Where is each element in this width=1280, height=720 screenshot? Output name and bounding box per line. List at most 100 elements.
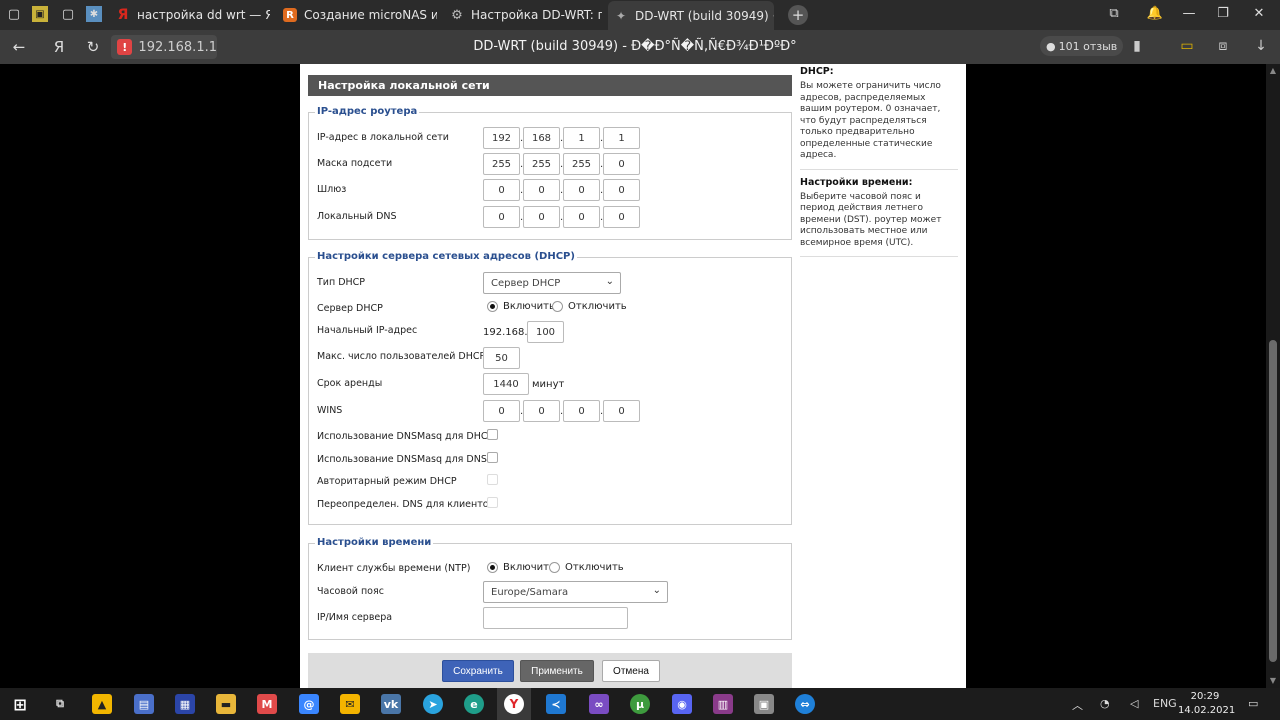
- teamviewer-icon[interactable]: ⇔: [795, 694, 815, 714]
- dnsmasq-dns-checkbox[interactable]: [487, 452, 498, 463]
- tab-micronas[interactable]: R Создание microNAS из ро: [277, 3, 437, 27]
- octet-field[interactable]: 192: [483, 127, 520, 149]
- chevron-down-icon: ⌄: [652, 585, 661, 596]
- octet-field[interactable]: 0: [563, 206, 600, 228]
- back-arrow-icon[interactable]: ←: [10, 38, 28, 56]
- at-mail-icon[interactable]: @: [299, 694, 319, 714]
- utorrent-icon[interactable]: µ: [630, 694, 650, 714]
- octet-field[interactable]: 168: [523, 127, 560, 149]
- document-icon[interactable]: ▢: [60, 6, 76, 22]
- octet-field[interactable]: 0: [483, 400, 520, 422]
- url-field[interactable]: ! 192.168.1.1: [111, 35, 217, 59]
- override-dns-checkbox[interactable]: [487, 497, 498, 508]
- ddwrt-icon: ✦: [615, 8, 627, 23]
- yandex-logo-icon[interactable]: Я: [50, 38, 68, 56]
- volume-icon[interactable]: ◁: [1130, 697, 1138, 710]
- ntp-disable-radio[interactable]: Отключить: [549, 562, 624, 573]
- wifi-icon[interactable]: ◔: [1100, 697, 1110, 710]
- octet-field[interactable]: 0: [603, 206, 640, 228]
- new-tab-button[interactable]: +: [788, 5, 808, 25]
- cancel-button[interactable]: Отмена: [602, 660, 660, 682]
- lease-input[interactable]: 1440: [483, 373, 529, 395]
- start-windows-icon[interactable]: ⊞: [10, 694, 30, 714]
- winrar-icon[interactable]: ▥: [713, 694, 733, 714]
- dhcp-disable-radio[interactable]: Отключить: [552, 301, 627, 312]
- sidebar-icon[interactable]: ⧈: [1214, 38, 1232, 54]
- maximize-icon[interactable]: ❐: [1214, 6, 1232, 21]
- octet-field[interactable]: 255: [523, 153, 560, 175]
- reviews-badge[interactable]: ● 101 отзыв: [1040, 36, 1124, 56]
- radio-checked: [487, 562, 498, 573]
- yandex-app-icon[interactable]: ▣: [32, 6, 48, 22]
- ntp-server-input[interactable]: [483, 607, 628, 629]
- discord-icon[interactable]: ◉: [672, 694, 692, 714]
- collections-icon[interactable]: ⧉: [1105, 6, 1123, 21]
- visual-studio-icon[interactable]: ∞: [589, 694, 609, 714]
- save-button[interactable]: Сохранить: [442, 660, 514, 682]
- octet-field[interactable]: 255: [563, 153, 600, 175]
- octet-field[interactable]: 255: [483, 153, 520, 175]
- page-scrollbar[interactable]: ▲ ▼: [1266, 64, 1280, 688]
- override-dns-label: Переопределен. DNS для клиентов: [317, 499, 495, 510]
- notifications-icon[interactable]: 🔔: [1146, 6, 1164, 21]
- octet-field[interactable]: 1: [603, 127, 640, 149]
- octet-field[interactable]: 0: [523, 206, 560, 228]
- task-view-icon[interactable]: ⧉: [50, 694, 70, 714]
- ntp-enable-radio[interactable]: Включить: [487, 562, 555, 573]
- vscode-icon[interactable]: ≺: [546, 694, 566, 714]
- max-users-input[interactable]: 50: [483, 347, 520, 369]
- file-explorer-icon[interactable]: ▬: [216, 694, 236, 714]
- battery-saver-icon[interactable]: ▭: [1178, 38, 1196, 54]
- bookmark-icon[interactable]: ▮: [1128, 38, 1146, 54]
- clock[interactable]: 20:29 14.02.2021: [1178, 690, 1235, 718]
- close-window-icon[interactable]: ✕: [1250, 6, 1268, 21]
- app-triangle-icon[interactable]: ▲: [92, 694, 112, 714]
- page-icon[interactable]: ▢: [6, 6, 22, 22]
- tab-ddwrt-router[interactable]: ✦ DD-WRT (build 30949) · ✕: [608, 1, 774, 30]
- authoritative-checkbox[interactable]: [487, 474, 498, 485]
- tab-ddwrt-guide[interactable]: ⚙ Настройка DD-WRT: пошаг: [444, 3, 602, 27]
- mail-icon[interactable]: M: [257, 694, 277, 714]
- reload-icon[interactable]: ↻: [84, 38, 102, 56]
- dhcp-enable-radio[interactable]: Включить: [487, 301, 555, 312]
- dhcp-type-label: Тип DHCP: [317, 277, 366, 288]
- router-ip-legend: IP-адрес роутера: [315, 106, 420, 117]
- grid-app-icon[interactable]: ▦: [175, 694, 195, 714]
- telegram-icon[interactable]: ➤: [423, 694, 443, 714]
- dhcp-type-select[interactable]: Сервер DHCP ⌄: [483, 272, 621, 294]
- scroll-up-icon[interactable]: ▲: [1266, 66, 1280, 75]
- start-ip-input[interactable]: 100: [527, 321, 564, 343]
- octet-field[interactable]: 1: [563, 127, 600, 149]
- dnsmasq-dhcp-checkbox[interactable]: [487, 429, 498, 440]
- octet-field[interactable]: 0: [603, 400, 640, 422]
- scroll-down-icon[interactable]: ▼: [1266, 676, 1280, 685]
- dhcp-fieldset: Настройки сервера сетевых адресов (DHCP)…: [308, 251, 792, 525]
- extension-icon[interactable]: ✱: [86, 6, 102, 22]
- local-dns-input: 0. 0. 0. 0: [483, 206, 640, 228]
- yandex-browser-icon: Y: [504, 694, 524, 714]
- octet-field[interactable]: 0: [523, 400, 560, 422]
- octet-field[interactable]: 0: [483, 179, 520, 201]
- notification-center-icon[interactable]: ▭: [1248, 697, 1258, 710]
- octet-field[interactable]: 0: [563, 179, 600, 201]
- yandex-browser-taskbar-button[interactable]: Y: [497, 688, 531, 720]
- timezone-select[interactable]: Europe/Samara ⌄: [483, 581, 668, 603]
- floppy-icon[interactable]: ▤: [134, 694, 154, 714]
- network-app-icon[interactable]: ▣: [754, 694, 774, 714]
- scroll-thumb[interactable]: [1269, 340, 1277, 662]
- download-icon[interactable]: ↓: [1252, 38, 1270, 54]
- tray-chevron-icon[interactable]: ︿: [1072, 697, 1083, 713]
- vk-icon[interactable]: vk: [381, 694, 401, 714]
- language-indicator[interactable]: ENG: [1153, 697, 1177, 710]
- octet-field[interactable]: 0: [563, 400, 600, 422]
- edge-icon[interactable]: e: [464, 694, 484, 714]
- octet-field[interactable]: 0: [523, 179, 560, 201]
- apply-button[interactable]: Применить: [520, 660, 594, 682]
- octet-field[interactable]: 0: [483, 206, 520, 228]
- tab-yandex-search[interactable]: Я настройка dd wrt — Яндекс: [110, 3, 270, 27]
- octet-field[interactable]: 0: [603, 153, 640, 175]
- minimize-icon[interactable]: —: [1180, 6, 1198, 21]
- chevron-down-icon: ⌄: [605, 276, 614, 287]
- envelope-icon[interactable]: ✉: [340, 694, 360, 714]
- octet-field[interactable]: 0: [603, 179, 640, 201]
